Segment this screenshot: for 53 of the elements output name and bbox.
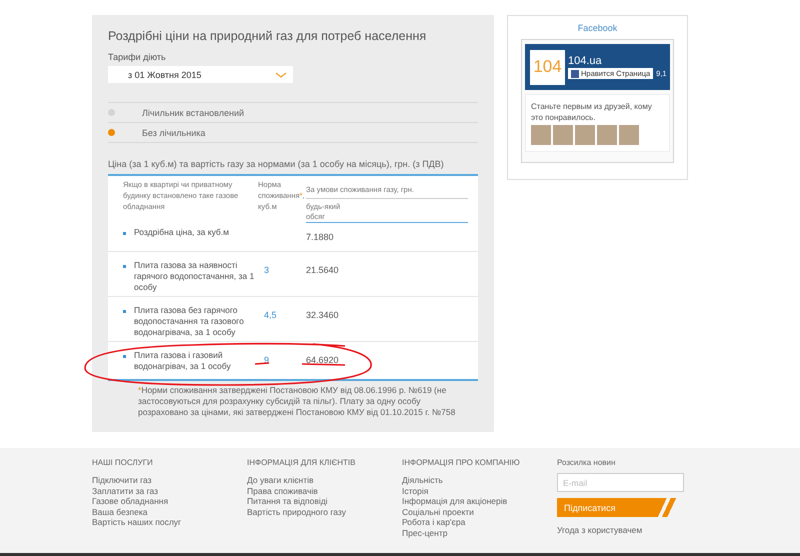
bullet-icon [123,265,126,268]
table-cell: 32.3460 [306,310,339,320]
norm-link[interactable]: 3 [258,265,270,275]
page-name[interactable]: 104.ua [568,55,667,67]
page-logo: 104 [530,50,565,84]
footer-link[interactable]: Соціальні проекти [402,506,557,517]
footer-link[interactable]: Вартість наших послуг [92,517,247,528]
meter-option[interactable]: Лічильник встановлений [108,103,478,123]
date-select[interactable]: з 01 Жовтня 2015 [108,66,293,83]
tariff-label: Тарифи діють [108,52,167,62]
facebook-icon [571,70,579,78]
table-cell: 7.1880 [306,232,334,242]
table-cell-text: Плита газова і газовий водонагрівач, за 1 особу [134,350,232,373]
footnote: *Норми споживання затверджені Постановою КМУ від 08.06.1996 р. №619 (не застосовуються для розрахунку субсидій та пільг). Плату за одну особу розраховано за цінами, які затверджені Постановою КМУ від 01.10.2015 г. №758 [137,384,456,418]
email-field[interactable]: E-mail [557,473,684,492]
table-caption: Ціна (за 1 куб.м) та вартість газу за нормами (за 1 особу на місяць), грн. (з ПДВ) [108,159,445,169]
footer-heading: Розсилка новин [557,458,616,467]
photo-placeholder [597,125,617,145]
footer-link[interactable]: До уваги клієнтів [247,475,402,486]
footer-link[interactable]: Права споживачів [247,486,402,496]
photo-placeholder [619,125,639,145]
photo-placeholder [531,125,551,145]
footer-link[interactable]: Газове обладнання [92,496,247,506]
footer-link[interactable]: Питання та відповіді [247,496,402,506]
footer-link[interactable]: Історія [402,486,557,496]
bullet-icon [123,310,126,313]
footer-link[interactable]: Ваша безпека [92,506,247,517]
table-cell: 64.6920 [306,355,339,365]
bullet-icon [123,232,126,235]
panel-title: Роздрібні ціни на природний газ для потреб населення [108,29,428,43]
footer-link[interactable]: Інформація для акціонерів [402,496,557,506]
photo-placeholder [575,125,595,145]
chevron-down-icon [275,72,287,78]
footer-heading: ІНФОРМАЦІЯ ДЛЯ КЛІЄНТІВ [247,458,356,467]
meter-option[interactable]: Без лічильника [108,123,478,143]
footer-link[interactable]: Підключити газ [92,475,247,486]
widget-title: Facebook [576,22,618,35]
table-cell: 21.5640 [306,265,339,275]
agreement-link[interactable]: Угода з користувачем [557,525,712,535]
table-cell-text: Плита газова без гарячого водопостачання та газового водонагрівача, за 1 особу [134,305,245,338]
friends-text: Станьте первым из друзей, кому это понравилось. [531,101,653,123]
bullet-icon [123,355,126,358]
footer-heading: ІНФОРМАЦІЯ ПРО КОМПАНІЮ [402,458,521,467]
norm-link[interactable]: 4,5 [258,310,277,320]
footer-link[interactable]: Діяльність [402,475,557,486]
footer-link[interactable]: Прес-центр [402,528,557,538]
footer-link[interactable]: Робота і кар'єра [402,517,557,528]
table-cell-text: Роздрібна ціна, за куб.м [134,227,229,239]
footer-link[interactable]: Вартість природного газу [247,506,402,517]
footer-link[interactable]: Заплатити за газ [92,486,247,496]
photo-placeholder [553,125,573,145]
footer-heading: НАШІ ПОСЛУГИ [92,458,154,467]
table-cell-text: Плита газова за наявності гарячого водопостачання, за 1 особу [134,260,256,293]
